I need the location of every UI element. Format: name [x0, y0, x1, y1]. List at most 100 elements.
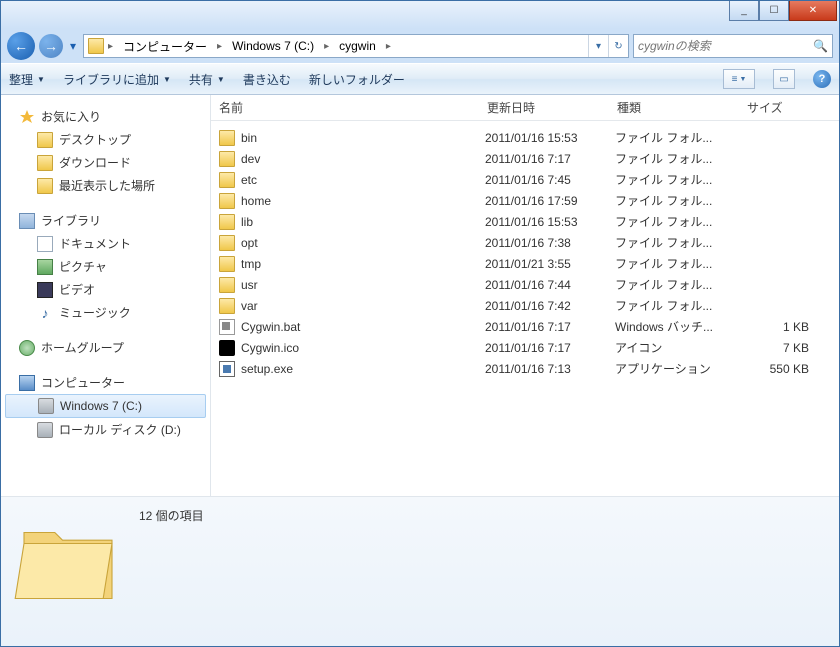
sidebar-item-ddrive[interactable]: ローカル ディスク (D:): [1, 418, 210, 441]
chevron-right-icon[interactable]: ▸: [322, 41, 331, 52]
file-row[interactable]: opt2011/01/16 7:38ファイル フォル...: [211, 232, 839, 253]
file-row[interactable]: setup.exe2011/01/16 7:13アプリケーション550 KB: [211, 358, 839, 379]
breadcrumb-segment[interactable]: Windows 7 (C:): [226, 35, 320, 57]
folder-icon: [219, 193, 235, 209]
file-type: ファイル フォル...: [615, 192, 745, 209]
file-date: 2011/01/16 7:45: [485, 173, 615, 187]
music-icon: ♪: [37, 305, 53, 321]
file-size: 1 KB: [745, 320, 839, 334]
file-size: 550 KB: [745, 362, 839, 376]
library-icon: [19, 213, 35, 229]
add-to-library-button[interactable]: ライブラリに追加▼: [63, 71, 171, 88]
file-row[interactable]: var2011/01/16 7:42ファイル フォル...: [211, 295, 839, 316]
file-type: ファイル フォル...: [615, 129, 745, 146]
file-date: 2011/01/16 7:44: [485, 278, 615, 292]
file-row[interactable]: Cygwin.ico2011/01/16 7:17アイコン7 KB: [211, 337, 839, 358]
sidebar-item-documents[interactable]: ドキュメント: [1, 232, 210, 255]
libraries-header[interactable]: ライブラリ: [1, 209, 210, 232]
file-type: ファイル フォル...: [615, 234, 745, 251]
search-box[interactable]: 🔍: [633, 34, 833, 58]
file-name: dev: [241, 152, 485, 166]
file-date: 2011/01/16 7:42: [485, 299, 615, 313]
favorites-header[interactable]: お気に入り: [1, 105, 210, 128]
breadcrumb-segment[interactable]: cygwin: [333, 35, 382, 57]
forward-button[interactable]: →: [39, 34, 63, 58]
file-type: ファイル フォル...: [615, 213, 745, 230]
column-headers: 名前 更新日時 種類 サイズ: [211, 95, 839, 121]
exe-icon: [219, 361, 235, 377]
column-size[interactable]: サイズ: [739, 95, 839, 120]
folder-icon: [219, 130, 235, 146]
file-name: var: [241, 299, 485, 313]
file-date: 2011/01/16 17:59: [485, 194, 615, 208]
preview-pane-button[interactable]: ▭: [773, 69, 795, 89]
file-row[interactable]: dev2011/01/16 7:17ファイル フォル...: [211, 148, 839, 169]
address-dropdown-icon[interactable]: ▾: [588, 35, 608, 57]
file-row[interactable]: home2011/01/16 17:59ファイル フォル...: [211, 190, 839, 211]
new-folder-button[interactable]: 新しいフォルダー: [309, 71, 405, 88]
column-type[interactable]: 種類: [609, 95, 739, 120]
file-row[interactable]: etc2011/01/16 7:45ファイル フォル...: [211, 169, 839, 190]
file-date: 2011/01/16 7:17: [485, 152, 615, 166]
minimize-button[interactable]: _: [729, 1, 759, 21]
file-rows: bin2011/01/16 15:53ファイル フォル...dev2011/01…: [211, 121, 839, 496]
view-options-button[interactable]: ≡ ▼: [723, 69, 755, 89]
file-row[interactable]: usr2011/01/16 7:44ファイル フォル...: [211, 274, 839, 295]
close-button[interactable]: ✕: [789, 1, 837, 21]
file-name: home: [241, 194, 485, 208]
help-button[interactable]: ?: [813, 70, 831, 88]
file-name: etc: [241, 173, 485, 187]
folder-icon: [219, 172, 235, 188]
file-type: アイコン: [615, 339, 745, 356]
search-input[interactable]: [638, 39, 813, 53]
sidebar-item-music[interactable]: ♪ミュージック: [1, 301, 210, 324]
refresh-button[interactable]: ↻: [608, 35, 628, 57]
search-icon[interactable]: 🔍: [813, 39, 828, 53]
breadcrumb[interactable]: ▸ コンピューター ▸ Windows 7 (C:) ▸ cygwin ▸ ▾ …: [83, 34, 629, 58]
folder-icon: [219, 298, 235, 314]
chevron-right-icon[interactable]: ▸: [384, 41, 393, 52]
file-type: アプリケーション: [615, 360, 745, 377]
sidebar-item-recent[interactable]: 最近表示した場所: [1, 174, 210, 197]
file-name: setup.exe: [241, 362, 485, 376]
column-name[interactable]: 名前: [211, 95, 479, 120]
sidebar-item-desktop[interactable]: デスクトップ: [1, 128, 210, 151]
folder-icon: [37, 132, 53, 148]
file-list-pane: 名前 更新日時 種類 サイズ bin2011/01/16 15:53ファイル フ…: [211, 95, 839, 496]
sidebar-item-cdrive[interactable]: Windows 7 (C:): [5, 394, 206, 418]
details-summary: 12 個の項目: [139, 505, 204, 524]
file-type: ファイル フォル...: [615, 150, 745, 167]
burn-button[interactable]: 書き込む: [243, 71, 291, 88]
nav-history-dropdown[interactable]: ▾: [67, 40, 79, 52]
folder-large-icon: [13, 505, 123, 615]
computer-header[interactable]: コンピューター: [1, 371, 210, 394]
file-row[interactable]: bin2011/01/16 15:53ファイル フォル...: [211, 127, 839, 148]
chevron-right-icon[interactable]: ▸: [106, 41, 115, 52]
star-icon: [19, 109, 35, 125]
chevron-right-icon[interactable]: ▸: [215, 41, 224, 52]
file-name: Cygwin.ico: [241, 341, 485, 355]
file-name: tmp: [241, 257, 485, 271]
column-date[interactable]: 更新日時: [479, 95, 609, 120]
sidebar-item-pictures[interactable]: ピクチャ: [1, 255, 210, 278]
file-row[interactable]: lib2011/01/16 15:53ファイル フォル...: [211, 211, 839, 232]
folder-icon: [219, 214, 235, 230]
sidebar-item-videos[interactable]: ビデオ: [1, 278, 210, 301]
file-name: bin: [241, 131, 485, 145]
drive-icon: [38, 398, 54, 414]
file-row[interactable]: Cygwin.bat2011/01/16 7:17Windows バッチ...1…: [211, 316, 839, 337]
share-button[interactable]: 共有▼: [189, 71, 225, 88]
file-row[interactable]: tmp2011/01/21 3:55ファイル フォル...: [211, 253, 839, 274]
address-bar: ← → ▾ ▸ コンピューター ▸ Windows 7 (C:) ▸ cygwi…: [1, 29, 839, 63]
maximize-button[interactable]: ☐: [759, 1, 789, 21]
folder-icon: [219, 235, 235, 251]
folder-icon: [219, 277, 235, 293]
breadcrumb-segment[interactable]: コンピューター: [117, 35, 213, 57]
homegroup-header[interactable]: ホームグループ: [1, 336, 210, 359]
folder-icon: [37, 178, 53, 194]
back-button[interactable]: ←: [7, 32, 35, 60]
sidebar-item-downloads[interactable]: ダウンロード: [1, 151, 210, 174]
icofile-icon: [219, 340, 235, 356]
organize-button[interactable]: 整理▼: [9, 71, 45, 88]
navigation-pane: お気に入り デスクトップ ダウンロード 最近表示した場所 ライブラリ ドキュメン…: [1, 95, 211, 496]
